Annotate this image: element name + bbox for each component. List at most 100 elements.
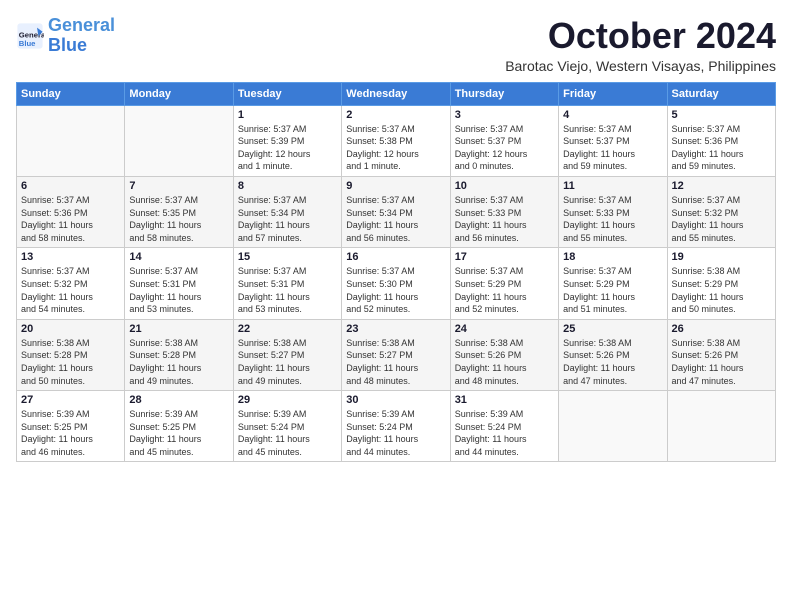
day-header-tuesday: Tuesday xyxy=(233,82,341,105)
day-number: 12 xyxy=(672,180,771,192)
day-number: 8 xyxy=(238,180,337,192)
day-info: Sunrise: 5:37 AMSunset: 5:33 PMDaylight:… xyxy=(563,194,662,244)
calendar-cell: 18 Sunrise: 5:37 AMSunset: 5:29 PMDayligh… xyxy=(559,248,667,319)
day-number: 17 xyxy=(455,251,554,263)
calendar-cell xyxy=(667,391,775,462)
day-number: 7 xyxy=(129,180,228,192)
day-number: 29 xyxy=(238,394,337,406)
day-number: 18 xyxy=(563,251,662,263)
day-info: Sunrise: 5:38 AMSunset: 5:26 PMDaylight:… xyxy=(672,337,771,387)
day-number: 20 xyxy=(21,323,120,335)
day-number: 24 xyxy=(455,323,554,335)
calendar-cell: 12 Sunrise: 5:37 AMSunset: 5:32 PMDayligh… xyxy=(667,176,775,247)
day-info: Sunrise: 5:39 AMSunset: 5:25 PMDaylight:… xyxy=(21,408,120,458)
calendar-cell: 13Sunrise: 5:37 AMSunset: 5:32 PMDayligh… xyxy=(17,248,125,319)
day-info: Sunrise: 5:37 AMSunset: 5:34 PMDaylight:… xyxy=(238,194,337,244)
logo-text: GeneralBlue xyxy=(48,16,115,56)
calendar-cell: 2 Sunrise: 5:37 AMSunset: 5:38 PMDaylight… xyxy=(342,105,450,176)
day-number: 1 xyxy=(238,109,337,121)
calendar-cell: 17 Sunrise: 5:37 AMSunset: 5:29 PMDayligh… xyxy=(450,248,558,319)
calendar-cell: 26Sunrise: 5:38 AMSunset: 5:26 PMDayligh… xyxy=(667,319,775,390)
day-number: 19 xyxy=(672,251,771,263)
day-info: Sunrise: 5:37 AMSunset: 5:32 PMDaylight:… xyxy=(21,265,120,315)
calendar-cell xyxy=(125,105,233,176)
month-title: October 2024 xyxy=(505,16,776,56)
day-info: Sunrise: 5:37 AMSunset: 5:38 PMDaylight:… xyxy=(346,123,445,173)
day-number: 11 xyxy=(563,180,662,192)
calendar-cell: 29 Sunrise: 5:39 AMSunset: 5:24 PMDayligh… xyxy=(233,391,341,462)
calendar-cell: 1 Sunrise: 5:37 AMSunset: 5:39 PMDaylight… xyxy=(233,105,341,176)
day-number: 5 xyxy=(672,109,771,121)
calendar-cell: 14Sunrise: 5:37 AMSunset: 5:31 PMDayligh… xyxy=(125,248,233,319)
calendar-week-2: 6Sunrise: 5:37 AMSunset: 5:36 PMDaylight… xyxy=(17,176,776,247)
day-header-friday: Friday xyxy=(559,82,667,105)
day-header-saturday: Saturday xyxy=(667,82,775,105)
calendar-cell: 3 Sunrise: 5:37 AMSunset: 5:37 PMDaylight… xyxy=(450,105,558,176)
day-info: Sunrise: 5:37 AMSunset: 5:29 PMDaylight:… xyxy=(563,265,662,315)
calendar-cell: 31Sunrise: 5:39 AMSunset: 5:24 PMDayligh… xyxy=(450,391,558,462)
day-number: 4 xyxy=(563,109,662,121)
day-info: Sunrise: 5:38 AMSunset: 5:27 PMDaylight:… xyxy=(346,337,445,387)
day-number: 25 xyxy=(563,323,662,335)
day-info: Sunrise: 5:37 AMSunset: 5:32 PMDaylight:… xyxy=(672,194,771,244)
calendar-cell: 9Sunrise: 5:37 AMSunset: 5:34 PMDaylight… xyxy=(342,176,450,247)
day-info: Sunrise: 5:37 AMSunset: 5:29 PMDaylight:… xyxy=(455,265,554,315)
day-number: 3 xyxy=(455,109,554,121)
day-info: Sunrise: 5:37 AMSunset: 5:37 PMDaylight:… xyxy=(563,123,662,173)
day-number: 27 xyxy=(21,394,120,406)
calendar-cell: 22 Sunrise: 5:38 AMSunset: 5:27 PMDayligh… xyxy=(233,319,341,390)
svg-text:Blue: Blue xyxy=(19,39,36,48)
calendar-cell: 4 Sunrise: 5:37 AMSunset: 5:37 PMDaylight… xyxy=(559,105,667,176)
day-info: Sunrise: 5:39 AMSunset: 5:24 PMDaylight:… xyxy=(455,408,554,458)
calendar-cell: 8 Sunrise: 5:37 AMSunset: 5:34 PMDaylight… xyxy=(233,176,341,247)
calendar-table: SundayMondayTuesdayWednesdayThursdayFrid… xyxy=(16,82,776,463)
day-info: Sunrise: 5:37 AMSunset: 5:37 PMDaylight:… xyxy=(455,123,554,173)
title-block: October 2024 Barotac Viejo, Western Visa… xyxy=(505,16,776,74)
calendar-week-4: 20 Sunrise: 5:38 AMSunset: 5:28 PMDayligh… xyxy=(17,319,776,390)
day-number: 15 xyxy=(238,251,337,263)
day-number: 23 xyxy=(346,323,445,335)
calendar-cell: 10 Sunrise: 5:37 AMSunset: 5:33 PMDayligh… xyxy=(450,176,558,247)
day-number: 16 xyxy=(346,251,445,263)
day-header-sunday: Sunday xyxy=(17,82,125,105)
day-info: Sunrise: 5:37 AMSunset: 5:34 PMDaylight:… xyxy=(346,194,445,244)
day-number: 22 xyxy=(238,323,337,335)
location-subtitle: Barotac Viejo, Western Visayas, Philippi… xyxy=(505,58,776,74)
calendar-cell: 19 Sunrise: 5:38 AMSunset: 5:29 PMDayligh… xyxy=(667,248,775,319)
day-info: Sunrise: 5:38 AMSunset: 5:27 PMDaylight:… xyxy=(238,337,337,387)
calendar-cell: 20 Sunrise: 5:38 AMSunset: 5:28 PMDayligh… xyxy=(17,319,125,390)
calendar-cell: 23 Sunrise: 5:38 AMSunset: 5:27 PMDayligh… xyxy=(342,319,450,390)
day-info: Sunrise: 5:37 AMSunset: 5:31 PMDaylight:… xyxy=(238,265,337,315)
day-info: Sunrise: 5:39 AMSunset: 5:24 PMDaylight:… xyxy=(238,408,337,458)
day-info: Sunrise: 5:39 AMSunset: 5:25 PMDaylight:… xyxy=(129,408,228,458)
day-number: 21 xyxy=(129,323,228,335)
day-info: Sunrise: 5:38 AMSunset: 5:28 PMDaylight:… xyxy=(129,337,228,387)
day-info: Sunrise: 5:38 AMSunset: 5:26 PMDaylight:… xyxy=(455,337,554,387)
calendar-week-3: 13Sunrise: 5:37 AMSunset: 5:32 PMDayligh… xyxy=(17,248,776,319)
calendar-cell: 7 Sunrise: 5:37 AMSunset: 5:35 PMDaylight… xyxy=(125,176,233,247)
logo-icon: General Blue xyxy=(16,22,44,50)
calendar-cell: 28 Sunrise: 5:39 AMSunset: 5:25 PMDayligh… xyxy=(125,391,233,462)
day-info: Sunrise: 5:37 AMSunset: 5:39 PMDaylight:… xyxy=(238,123,337,173)
day-number: 28 xyxy=(129,394,228,406)
day-info: Sunrise: 5:38 AMSunset: 5:29 PMDaylight:… xyxy=(672,265,771,315)
calendar-header-row: SundayMondayTuesdayWednesdayThursdayFrid… xyxy=(17,82,776,105)
calendar-cell: 16Sunrise: 5:37 AMSunset: 5:30 PMDayligh… xyxy=(342,248,450,319)
day-number: 30 xyxy=(346,394,445,406)
calendar-cell: 15 Sunrise: 5:37 AMSunset: 5:31 PMDayligh… xyxy=(233,248,341,319)
day-header-thursday: Thursday xyxy=(450,82,558,105)
day-number: 2 xyxy=(346,109,445,121)
calendar-week-5: 27 Sunrise: 5:39 AMSunset: 5:25 PMDayligh… xyxy=(17,391,776,462)
day-info: Sunrise: 5:38 AMSunset: 5:26 PMDaylight:… xyxy=(563,337,662,387)
day-info: Sunrise: 5:39 AMSunset: 5:24 PMDaylight:… xyxy=(346,408,445,458)
day-info: Sunrise: 5:37 AMSunset: 5:33 PMDaylight:… xyxy=(455,194,554,244)
day-number: 10 xyxy=(455,180,554,192)
page-header: General Blue GeneralBlue October 2024 Ba… xyxy=(16,16,776,74)
day-info: Sunrise: 5:38 AMSunset: 5:28 PMDaylight:… xyxy=(21,337,120,387)
calendar-cell: 6Sunrise: 5:37 AMSunset: 5:36 PMDaylight… xyxy=(17,176,125,247)
day-number: 14 xyxy=(129,251,228,263)
calendar-week-1: 1 Sunrise: 5:37 AMSunset: 5:39 PMDaylight… xyxy=(17,105,776,176)
day-info: Sunrise: 5:37 AMSunset: 5:35 PMDaylight:… xyxy=(129,194,228,244)
calendar-cell xyxy=(17,105,125,176)
day-header-monday: Monday xyxy=(125,82,233,105)
